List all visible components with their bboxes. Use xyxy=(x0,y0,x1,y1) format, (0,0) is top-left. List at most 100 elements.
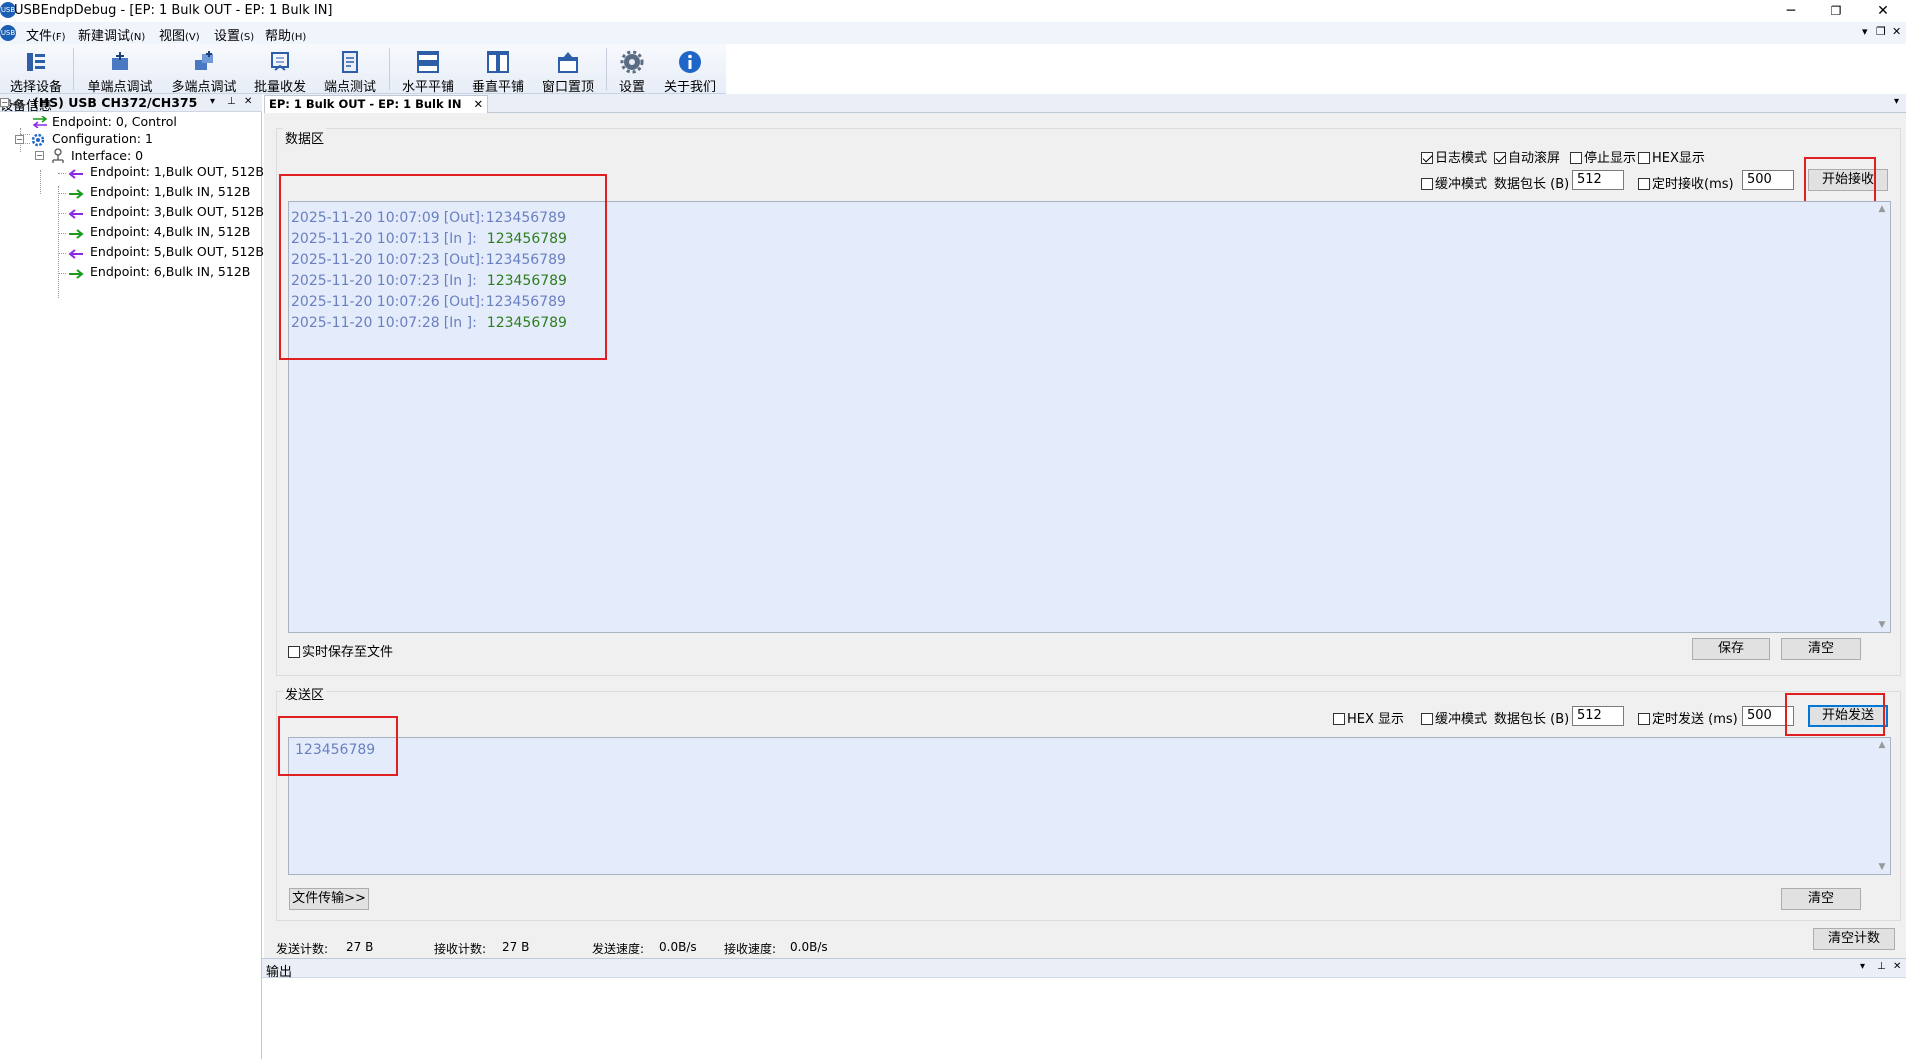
file-transfer-button[interactable]: 文件传输>> xyxy=(289,888,369,910)
tab-ep1-bulk[interactable]: EP: 1 Bulk OUT - EP: 1 Bulk IN ✕ xyxy=(264,95,489,113)
usb-icon xyxy=(10,97,26,115)
configuration-icon xyxy=(30,132,46,152)
send-speed-label: 发送速度: xyxy=(592,942,645,956)
hex-display-checkbox[interactable]: HEX显示 xyxy=(1638,147,1705,166)
send-hex-checkbox[interactable]: HEX 显示 xyxy=(1333,708,1404,727)
multi-endpoint-button[interactable]: 多端点调试 xyxy=(166,44,242,95)
send-area-label: 发送区 xyxy=(283,684,327,703)
mdi-minimize-button[interactable]: ▾ xyxy=(1862,25,1868,38)
info-icon xyxy=(678,50,702,74)
send-packet-length-label: 数据包长 (B) xyxy=(1494,712,1570,727)
tab-list-dropdown-icon[interactable]: ▾ xyxy=(1894,96,1899,107)
window-top-icon xyxy=(556,50,580,74)
tree-endpoint-label: Endpoint: 6,Bulk IN, 512B xyxy=(90,264,251,279)
batch-transfer-icon xyxy=(268,50,292,74)
tree-interface[interactable]: Interface: 0 xyxy=(71,148,143,163)
checkbox-box xyxy=(1638,178,1650,190)
tree-line xyxy=(58,213,66,214)
recv-count-value: 27 B xyxy=(502,940,530,954)
restore-button[interactable]: ❐ xyxy=(1813,0,1859,22)
tile-horizontal-icon xyxy=(416,50,440,74)
panel-dropdown-icon[interactable]: ▾ xyxy=(210,96,215,107)
vertical-scrollbar[interactable]: ▲ ▼ xyxy=(1874,202,1890,632)
recv-speed-value: 0.0B/s xyxy=(790,940,828,954)
send-count-label: 发送计数: xyxy=(276,942,329,956)
select-device-button[interactable]: 选择设备 xyxy=(4,44,68,95)
recv-count-label: 接收计数: xyxy=(434,942,487,956)
arrow-left-icon xyxy=(68,208,84,223)
vertical-scrollbar[interactable]: ▲ ▼ xyxy=(1874,738,1890,874)
timed-send-checkbox[interactable]: 定时发送 (ms) xyxy=(1638,708,1738,727)
clear-count-button[interactable]: 清空计数 xyxy=(1813,928,1895,950)
timed-receive-checkbox[interactable]: 定时接收(ms) xyxy=(1638,173,1734,192)
checkbox-box xyxy=(1421,713,1433,725)
menu-view[interactable]: 视图(V) xyxy=(159,25,200,44)
menu-settings[interactable]: 设置(S) xyxy=(214,25,254,44)
log-mode-checkbox[interactable]: 日志模式 xyxy=(1421,147,1487,166)
mdi-close-button[interactable]: ✕ xyxy=(1892,25,1901,38)
save-button[interactable]: 保存 xyxy=(1692,638,1770,660)
panel-pin-icon[interactable]: ⊥ xyxy=(1877,961,1886,972)
packet-length-input[interactable]: 512 xyxy=(1572,170,1624,190)
menu-new-debug[interactable]: 新建调试(N) xyxy=(78,25,145,44)
checkbox-box xyxy=(288,646,300,658)
panel-pin-icon[interactable]: ⊥ xyxy=(227,96,236,107)
scroll-up-icon[interactable]: ▲ xyxy=(1877,204,1887,214)
multi-endpoint-icon xyxy=(192,50,216,74)
send-count-value: 27 B xyxy=(346,940,374,954)
send-buffer-mode-checkbox[interactable]: 缓冲模式 xyxy=(1421,708,1487,727)
timed-receive-input[interactable]: 500 xyxy=(1742,170,1794,190)
toolbar-separator xyxy=(73,48,74,90)
batch-transfer-button[interactable]: 批量收发 xyxy=(250,44,310,95)
mdi-restore-button[interactable]: ❐ xyxy=(1876,25,1886,38)
stop-display-checkbox[interactable]: 停止显示 xyxy=(1570,147,1636,166)
scroll-down-icon[interactable]: ▼ xyxy=(1877,620,1887,630)
gear-icon xyxy=(620,50,644,74)
tree-device[interactable]: (HS) USB CH372/CH375 xyxy=(33,95,197,110)
send-packet-length-input[interactable]: 512 xyxy=(1572,706,1624,726)
tree-endpoint-label: Endpoint: 5,Bulk OUT, 512B xyxy=(90,244,264,259)
panel-close-icon[interactable]: ✕ xyxy=(1893,961,1901,972)
menu-file[interactable]: 文件(F) xyxy=(26,25,66,44)
single-endpoint-icon xyxy=(108,50,132,74)
tree-expander[interactable]: − xyxy=(35,151,44,160)
device-info-panel: 设备信息 ▾ ⊥ ✕ − (HS) USB CH372/CH375 Endpoi… xyxy=(0,94,264,1059)
about-button[interactable]: 关于我们 xyxy=(660,44,720,95)
endpoint-test-button[interactable]: 端点测试 xyxy=(318,44,382,95)
tree-expander[interactable]: − xyxy=(15,135,24,144)
window-title: USBEndpDebug - [EP: 1 Bulk OUT - EP: 1 B… xyxy=(14,3,333,18)
single-endpoint-button[interactable]: 单端点调试 xyxy=(84,44,156,95)
highlight-box xyxy=(1785,693,1885,736)
settings-button[interactable]: 设置 xyxy=(612,44,652,95)
panel-close-icon[interactable]: ✕ xyxy=(244,96,252,107)
checkbox-box xyxy=(1333,713,1345,725)
buffer-mode-checkbox[interactable]: 缓冲模式 xyxy=(1421,173,1487,192)
scroll-up-icon[interactable]: ▲ xyxy=(1877,740,1887,750)
interface-icon xyxy=(50,148,66,168)
close-button[interactable]: ✕ xyxy=(1860,0,1906,22)
scroll-down-icon[interactable]: ▼ xyxy=(1877,862,1887,872)
window-top-button[interactable]: 窗口置顶 xyxy=(536,44,600,95)
tile-vertical-icon xyxy=(486,50,510,74)
tree-expander[interactable]: − xyxy=(0,98,9,107)
tree-endpoint-0[interactable]: Endpoint: 0, Control xyxy=(52,114,177,129)
panel-dropdown-icon[interactable]: ▾ xyxy=(1860,961,1865,972)
clear-send-button[interactable]: 清空 xyxy=(1781,888,1861,910)
tab-close-icon[interactable]: ✕ xyxy=(474,97,484,111)
tile-vertical-button[interactable]: 垂直平铺 xyxy=(466,44,530,95)
tree-endpoint-label: Endpoint: 4,Bulk IN, 512B xyxy=(90,224,251,239)
endpoint-test-icon xyxy=(338,50,362,74)
minimize-button[interactable]: ─ xyxy=(1768,0,1814,22)
realtime-save-checkbox[interactable]: 实时保存至文件 xyxy=(288,641,393,660)
send-input-area[interactable]: ▲ ▼ 123456789 xyxy=(288,737,1891,875)
arrow-left-icon xyxy=(68,168,84,183)
clear-receive-button[interactable]: 清空 xyxy=(1781,638,1861,660)
tile-horizontal-button[interactable]: 水平平铺 xyxy=(396,44,460,95)
auto-scroll-checkbox[interactable]: 自动滚屏 xyxy=(1494,147,1560,166)
menu-help[interactable]: 帮助(H) xyxy=(265,25,306,44)
tree-configuration[interactable]: Configuration: 1 xyxy=(52,131,153,146)
toolbar-separator xyxy=(389,48,390,90)
menu-bar: USB 文件(F) 新建调试(N) 视图(V) 设置(S) 帮助(H) ▾ ❐ … xyxy=(0,22,1906,44)
tree-endpoint-label: Endpoint: 1,Bulk OUT, 512B xyxy=(90,164,264,179)
mdi-app-icon: USB xyxy=(0,25,16,41)
